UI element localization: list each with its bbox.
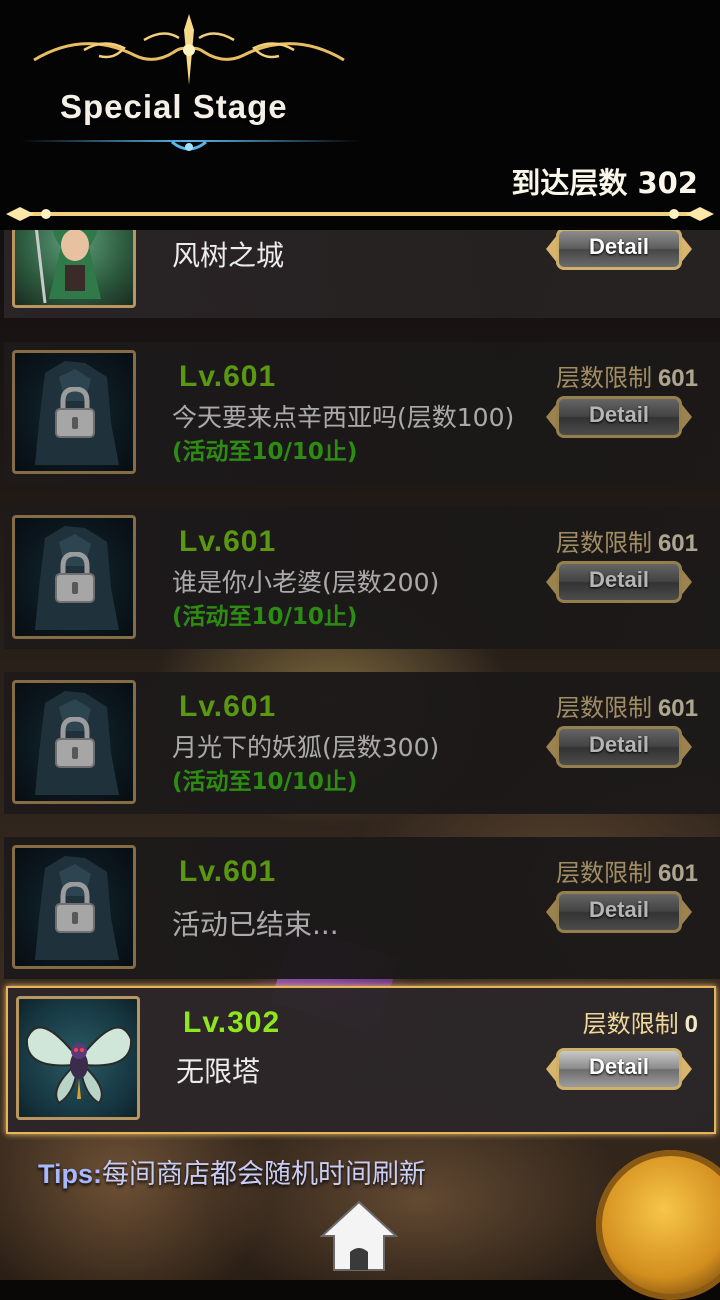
stage-name: 谁是你小老婆(层数200) — [172, 568, 440, 597]
stage-name: 无限塔 — [176, 1055, 261, 1088]
detail-button[interactable]: Detail — [546, 230, 692, 278]
gold-ornament-icon — [33, 14, 345, 85]
level-text: Lv.601 — [179, 690, 277, 723]
stage-row[interactable]: 风树之城 Detail — [4, 230, 720, 318]
stage-name: 今天要来点辛西亚吗(层数100) — [172, 403, 515, 432]
stage-name: 风树之城 — [172, 239, 285, 272]
level-text: Lv.302 — [183, 1006, 281, 1039]
lock-icon — [55, 882, 95, 933]
stage-row[interactable]: Lv.601 层数限制 601 月光下的妖狐(层数300) (活动至10/10止)… — [4, 672, 720, 814]
locked-dark-knight-portrait — [12, 680, 136, 804]
gold-coin-decoration — [596, 1150, 720, 1300]
tips-message: 每间商店都会随机时间刷新 — [102, 1159, 427, 1190]
stage-row[interactable]: Lv.601 层数限制 601 活动已结束... Detail — [4, 837, 720, 979]
home-icon[interactable] — [318, 1198, 400, 1274]
level-text: Lv.601 — [179, 855, 277, 888]
floor-reached-value: 302 — [637, 166, 698, 200]
detail-button-label: Detail — [589, 1054, 649, 1079]
event-period: (活动至10/10止) — [172, 439, 358, 465]
green-haired-warrior-portrait — [12, 230, 136, 308]
stage-row[interactable]: Lv.601 层数限制 601 今天要来点辛西亚吗(层数100) (活动至10/1… — [4, 342, 720, 484]
detail-button-label: Detail — [589, 234, 649, 259]
stage-name: 活动已结束... — [172, 908, 339, 941]
header: Special Stage 到达层数 302 — [0, 0, 720, 230]
floor-limit-label: 层数限制 — [582, 1010, 679, 1038]
detail-button-label: Detail — [589, 567, 649, 592]
warrior-figure-icon — [35, 230, 101, 304]
detail-button-label: Detail — [589, 732, 649, 757]
level-text: Lv.601 — [179, 525, 277, 558]
tips-key: Tips: — [38, 1159, 103, 1189]
event-period: (活动至10/10止) — [172, 604, 358, 630]
lock-icon — [55, 552, 95, 603]
lock-icon — [55, 387, 95, 438]
locked-dark-knight-portrait — [12, 350, 136, 474]
floor-limit-value: 0 — [684, 1011, 698, 1038]
page-title: Special Stage — [60, 88, 288, 125]
detail-button-label: Detail — [589, 897, 649, 922]
butterfly-icon — [25, 1026, 133, 1105]
detail-button-label: Detail — [589, 402, 649, 427]
stage-row[interactable]: Lv.601 层数限制 601 谁是你小老婆(层数200) (活动至10/10止)… — [4, 507, 720, 649]
stage-row-selected[interactable]: Lv.302 层数限制 0 无限塔 Detail — [6, 986, 716, 1134]
floor-reached-label: 到达层数 — [511, 166, 628, 200]
stage-name: 月光下的妖狐(层数300) — [172, 733, 440, 762]
detail-button[interactable]: Detail — [546, 883, 692, 941]
gold-divider-bar — [6, 207, 714, 221]
detail-button[interactable]: Detail — [546, 718, 692, 776]
detail-button[interactable]: Detail — [546, 553, 692, 611]
floor-limit: 层数限制 0 — [583, 1004, 698, 1039]
lock-icon — [55, 717, 95, 768]
detail-button[interactable]: Detail — [546, 388, 692, 446]
level-text: Lv.601 — [179, 360, 277, 393]
detail-button[interactable]: Detail — [546, 1040, 692, 1098]
tips-text: Tips:每间商店都会随机时间刷新 — [38, 1152, 426, 1191]
blue-gem-icon — [171, 140, 207, 151]
floor-reached: 到达层数 302 — [511, 160, 698, 202]
event-period: (活动至10/10止) — [172, 769, 358, 795]
stage-list[interactable]: 风树之城 Detail Lv.601 层数限制 601 今天要来点辛西亚吗(层数1… — [0, 230, 720, 1140]
locked-dark-knight-portrait — [12, 515, 136, 639]
butterfly-monster-portrait — [16, 996, 140, 1120]
locked-dark-knight-portrait — [12, 845, 136, 969]
